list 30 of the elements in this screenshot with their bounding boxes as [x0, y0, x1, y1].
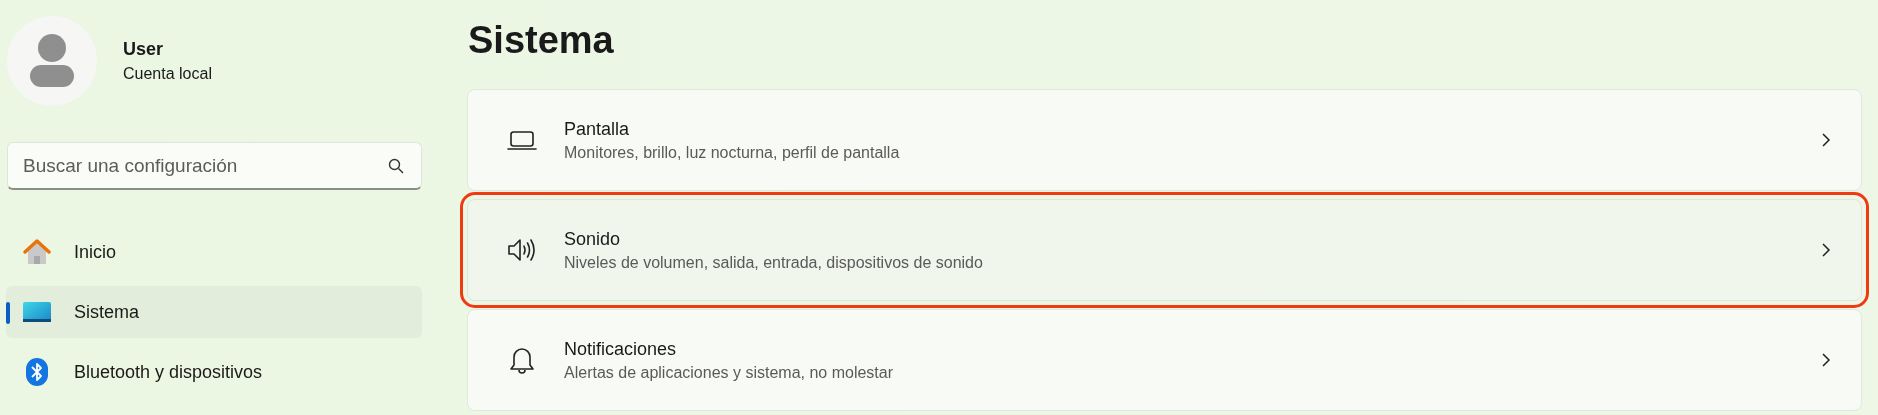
page-title: Sistema — [467, 18, 615, 63]
nav-label: Sistema — [74, 300, 140, 324]
chevron-right-icon — [1821, 242, 1831, 258]
nav-item[interactable]: Sistema — [6, 286, 422, 338]
setting-title: Pantalla — [564, 118, 631, 141]
setting-title: Sonido — [564, 228, 622, 251]
nav-item[interactable]: Bluetooth y dispositivos — [6, 346, 422, 398]
user-name: User — [123, 38, 165, 61]
selection-indicator — [6, 302, 10, 324]
nav-label: Inicio — [74, 240, 117, 264]
house-icon — [22, 237, 52, 267]
nav-item[interactable]: Inicio — [6, 226, 422, 278]
speaker-icon — [507, 237, 537, 263]
setting-card[interactable]: Notificaciones Alertas de aplicaciones y sistema, no molestar — [467, 309, 1862, 411]
setting-description: Monitores, brillo, luz nocturna, perfil de pantalla — [564, 143, 901, 163]
monitor-icon — [22, 300, 52, 324]
setting-description: Niveles de volumen, salida, entrada, dispositivos de sonido — [564, 253, 984, 273]
chevron-right-icon — [1821, 352, 1831, 368]
chevron-right-icon — [1821, 132, 1831, 148]
account-type: Cuenta local — [123, 64, 212, 84]
setting-title: Notificaciones — [564, 338, 678, 361]
laptop-icon — [507, 128, 537, 152]
search-icon — [388, 158, 404, 174]
bell-icon — [509, 345, 535, 375]
nav-label: Bluetooth y dispositivos — [74, 360, 263, 384]
setting-description: Alertas de aplicaciones y sistema, no molestar — [564, 363, 895, 383]
setting-card[interactable]: Pantalla Monitores, brillo, luz nocturna, perfil de pantalla — [467, 89, 1862, 191]
bluetooth-icon — [25, 357, 49, 387]
search-field[interactable]: Buscar una configuración — [7, 142, 422, 190]
person-icon — [30, 34, 74, 88]
